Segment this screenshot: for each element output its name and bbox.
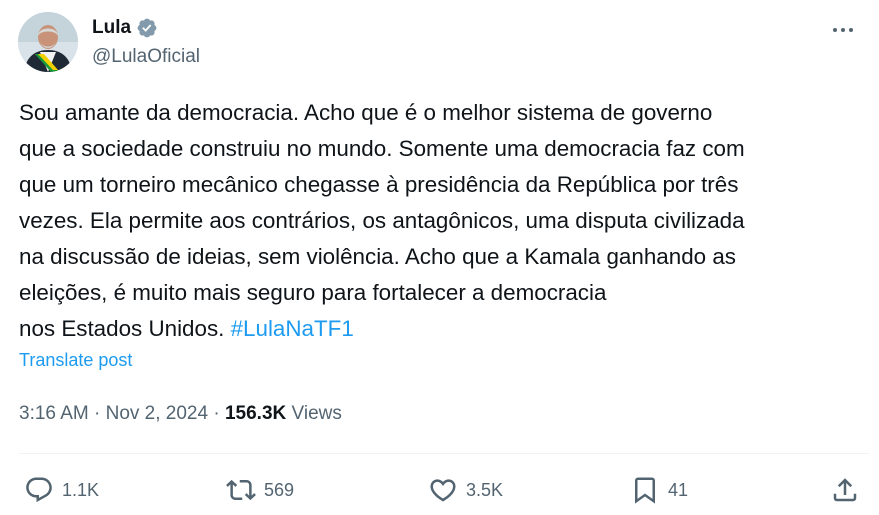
divider	[19, 453, 869, 454]
reply-count: 1.1K	[62, 479, 100, 500]
reply-icon	[26, 477, 52, 503]
display-name-row: Lula	[92, 16, 200, 40]
heart-icon	[430, 479, 456, 502]
display-name[interactable]: Lula	[92, 17, 131, 39]
author-handle[interactable]: @LulaOficial	[92, 46, 200, 68]
post-metadata: 3:16 AM · Nov 2, 2024 · 156.3K Views	[19, 403, 342, 425]
views-count[interactable]: 156.3K	[225, 403, 286, 424]
bookmark-icon	[635, 477, 655, 504]
meta-separator: ·	[213, 403, 220, 424]
verified-badge-icon[interactable]	[136, 17, 158, 39]
reply-button[interactable]: 1.1K	[24, 472, 99, 508]
repost-icon	[226, 479, 256, 501]
bookmark-button[interactable]: 41	[630, 472, 688, 508]
like-button[interactable]: 3.5K	[428, 472, 503, 508]
post-body: Sou amante da democracia. Acho que é o m…	[19, 100, 745, 341]
action-bar: 1.1K 569 3.5K 41	[0, 472, 879, 508]
more-options-icon[interactable]	[831, 18, 855, 42]
post-header: Lula @LulaOficial	[18, 12, 863, 74]
share-button[interactable]	[830, 472, 860, 508]
bookmark-count: 41	[668, 479, 689, 500]
like-count: 3.5K	[466, 479, 504, 500]
avatar-image	[18, 12, 78, 72]
hashtag-link[interactable]: #LulaNaTF1	[231, 316, 354, 341]
share-icon	[833, 478, 857, 502]
repost-button[interactable]: 569	[226, 472, 294, 508]
repost-count: 569	[264, 479, 295, 500]
post-date[interactable]: Nov 2, 2024	[106, 403, 208, 424]
avatar[interactable]	[18, 12, 78, 72]
post-time[interactable]: 3:16 AM	[19, 403, 89, 424]
author-names: Lula @LulaOficial	[92, 16, 200, 68]
views-label: Views	[291, 403, 342, 424]
translate-post-link[interactable]: Translate post	[19, 350, 132, 371]
post-text: Sou amante da democracia. Acho que é o m…	[19, 95, 869, 347]
meta-separator: ·	[94, 403, 101, 424]
